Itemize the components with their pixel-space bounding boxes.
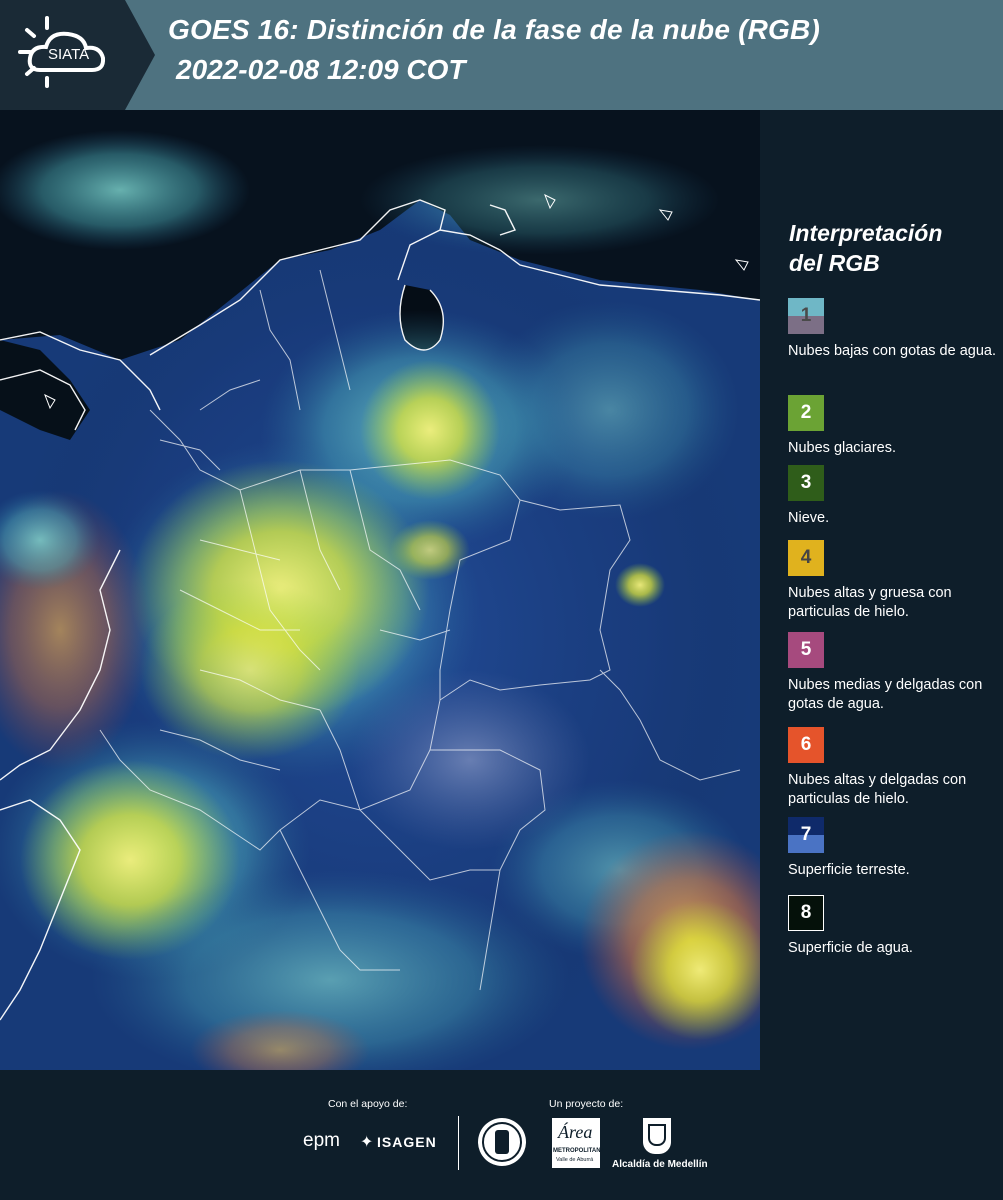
project-caption: Un proyecto de: [549,1098,624,1110]
legend-item-4: 4 Nubes altas y gruesa con particulas de … [788,540,998,622]
legend-item-8: 8 Superficie de agua. [788,895,998,958]
legend-number: 4 [800,547,812,568]
siata-logo: SIATA [0,0,155,110]
epm-logo: epm [303,1130,340,1151]
legend-label: Nubes medias y delgadas con gotas de agu… [788,677,983,712]
legend-label: Nubes altas y delgadas con particulas de… [788,772,967,807]
legend-swatch-3: 3 [788,465,824,501]
legend-swatch-4: 4 [788,540,824,576]
legend-number: 8 [800,902,812,923]
legend-number: 6 [800,734,812,755]
rgb-legend: Interpretación del RGB 1 Nubes bajas con … [760,110,1003,1070]
legend-title-line1: Interpretación [789,220,943,246]
legend-swatch-7: 7 [788,817,824,853]
seal-icon [478,1118,526,1166]
area-metropolitana-text: METROPOLITANA [553,1148,605,1154]
legend-label: Nubes glaciares. [788,440,896,456]
legend-swatch-2: 2 [788,395,824,431]
legend-label: Nubes altas y gruesa con particulas de h… [788,585,952,620]
page-title: GOES 16: Distinción de la fase de la nub… [168,14,820,45]
area-metropolitana-logo: Área METROPOLITANA Valle de Aburrá [552,1118,605,1168]
legend-number: 2 [800,402,812,423]
legend-item-6: 6 Nubes altas y delgadas con particulas d… [788,727,998,809]
isagen-icon: ✦ [360,1134,374,1151]
legend-swatch-8: 8 [788,895,824,931]
area-metropolitana-subtext: Valle de Aburrá [556,1157,594,1163]
satellite-map [0,110,760,1070]
medellin-crest-icon [643,1118,671,1154]
legend-label: Superficie de agua. [788,940,913,956]
legend-item-1: 1 Nubes bajas con gotas de agua. [788,298,998,361]
legend-swatch-5: 5 [788,632,824,668]
legend-item-3: 3 Nieve. [788,465,998,528]
legend-label: Superficie terreste. [788,862,910,878]
legend-title: Interpretación del RGB [789,218,942,278]
page-timestamp: 2022-02-08 12:09 COT [176,54,466,85]
support-caption: Con el apoyo de: [328,1098,408,1110]
siata-logo-text: SIATA [48,46,90,63]
footer: Con el apoyo de: Un proyecto de: epm ✦ I… [0,1070,1003,1200]
legend-label: Nieve. [788,510,830,526]
legend-item-5: 5 Nubes medias y delgadas con gotas de ag… [788,632,998,714]
legend-number: 7 [800,824,812,845]
legend-number: 3 [800,472,812,493]
header-banner: SIATA GOES 16: Distinción de la fase de … [0,0,1003,110]
isagen-logo: ISAGEN [377,1134,437,1150]
legend-number: 1 [800,305,812,326]
legend-item-2: 2 Nubes glaciares. [788,395,998,458]
alcaldia-medellin-logo: Alcaldía de Medellín [612,1159,708,1170]
legend-title-line2: del RGB [789,250,880,276]
footer-divider [458,1116,459,1170]
legend-label: Nubes bajas con gotas de agua. [788,343,996,359]
legend-item-7: 7 Superficie terreste. [788,817,998,880]
legend-swatch-6: 6 [788,727,824,763]
legend-number: 5 [800,639,812,660]
legend-swatch-1: 1 [788,298,824,334]
